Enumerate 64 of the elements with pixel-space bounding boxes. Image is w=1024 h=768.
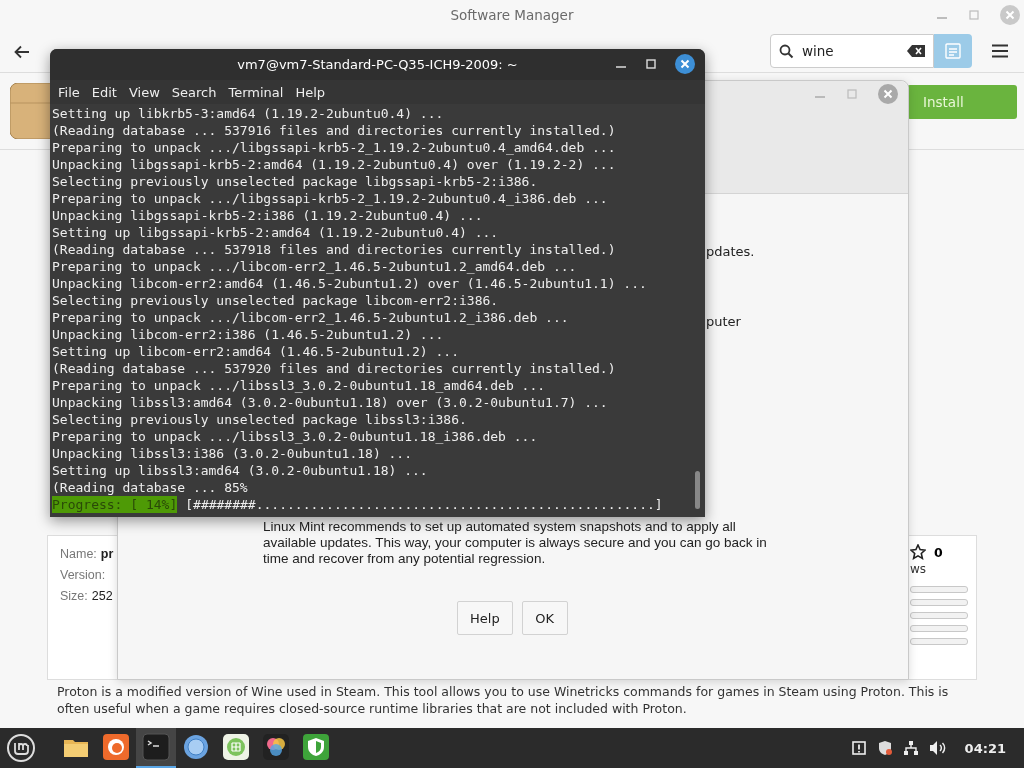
terminal-line: Selecting previously unselected package libgssapi-krb5-2:i386. [52, 173, 539, 190]
menu-logo-icon[interactable] [6, 733, 36, 763]
field-value: pr [100, 546, 114, 561]
help-button[interactable]: Help [457, 601, 513, 635]
terminal-line: Preparing to unpack .../libgssapi-krb5-2_1.19.2-2ubuntu0.4_i386.deb ... [52, 190, 609, 207]
terminal-line: Unpacking libcom-err2:amd64 (1.46.5-2ubuntu1.2) over (1.46.5-2ubuntu1.1) ... [52, 275, 648, 292]
notification-icon[interactable] [850, 740, 867, 756]
terminal-line: Preparing to unpack .../libcom-err2_1.46.5-2ubuntu1.2_i386.deb ... [52, 309, 570, 326]
field-value: 252 [91, 588, 113, 603]
network-icon[interactable] [902, 740, 919, 756]
terminal-line: Unpacking libgssapi-krb5-2:i386 (1.19.2-2ubuntu0.4) ... [52, 207, 484, 224]
progress-label: Progress: [ 14%] [52, 496, 178, 513]
terminal-line: Selecting previously unselected package libcom-err2:i386. [52, 292, 500, 309]
search-field[interactable]: wine [770, 34, 934, 68]
terminal-line: (Reading database ... 85% [52, 479, 249, 496]
clear-icon[interactable] [907, 45, 925, 57]
field-label: Version: [60, 567, 106, 582]
message-text: pdates. [706, 244, 755, 259]
app-description: Proton is a modified version of Wine used in Steam. This tool allows you to use Winetricks commands for games in Steam using Proton. This is often useful when a game requires closed-source runtime libraries that are not included with Proton. [57, 683, 950, 717]
terminal-line: Setting up libcom-err2:amd64 (1.46.5-2ubuntu1.2) ... [52, 343, 460, 360]
close-icon[interactable] [675, 54, 695, 74]
menu-item[interactable]: Edit [85, 84, 123, 100]
message-text: Linux Mint recommends to set up automated system snapshots and to apply all available updates. This way, your computer is always secure and you can go back in time and recover from any potential regression. [263, 519, 767, 567]
terminal-line: (Reading database ... 537918 files and directories currently installed.) [52, 241, 617, 258]
menu-item[interactable]: Terminal [222, 84, 290, 100]
star-icon [910, 544, 926, 560]
rating-count: 0 [934, 544, 943, 560]
menu-item[interactable]: Help [289, 84, 332, 100]
menu-item[interactable]: View [122, 84, 166, 100]
menu-icon[interactable] [992, 44, 1008, 58]
scrollbar-thumb[interactable] [695, 471, 700, 509]
search-icon [779, 43, 794, 59]
volume-icon[interactable] [928, 740, 947, 756]
maximize-icon[interactable] [645, 58, 657, 70]
terminal-line: Preparing to unpack .../libssl3_3.0.2-0ubuntu1.18_i386.deb ... [52, 428, 539, 445]
window-title: Software Manager [450, 7, 574, 23]
menu-item[interactable]: File [52, 84, 86, 100]
message-text: puter [706, 314, 741, 329]
terminal-line: Unpacking libssl3:amd64 (3.0.2-0ubuntu1.18) over (3.0.2-0ubuntu1.7) ... [52, 394, 609, 411]
terminal-line: Unpacking libgssapi-krb5-2:amd64 (1.19.2-2ubuntu0.4) over (1.19.2-2) ... [52, 156, 617, 173]
terminal-line: (Reading database ... 537916 files and directories currently installed.) [52, 122, 617, 139]
ok-button[interactable]: OK [521, 601, 568, 635]
field-label: Name: [60, 546, 97, 561]
terminal-line: Setting up libgssapi-krb5-2:amd64 (1.19.2-2ubuntu0.4) ... [52, 224, 500, 241]
terminal-line: Preparing to unpack .../libssl3_3.0.2-0ubuntu1.18_amd64.deb ... [52, 377, 547, 394]
terminal-line: (Reading database ... 537920 files and directories currently installed.) [52, 360, 617, 377]
progress-bar-text: [########...................................................] [185, 496, 663, 513]
terminal-app-icon[interactable] [136, 728, 176, 768]
terminal-line: Preparing to unpack .../libcom-err2_1.46.5-2ubuntu1.2_amd64.deb ... [52, 258, 578, 275]
terminal-line: Selecting previously unselected package libssl3:i386. [52, 411, 468, 428]
clock[interactable]: 04:21 [964, 740, 1006, 756]
reviews-label: ws [910, 562, 928, 576]
terminal-line: Preparing to unpack .../libgssapi-krb5-2_1.19.2-2ubuntu0.4_amd64.deb ... [52, 139, 617, 156]
window-title: vm7@vm7-Standard-PC-Q35-ICH9-2009: ~ [237, 57, 518, 72]
terminal-line: Setting up libssl3:amd64 (3.0.2-0ubuntu1.18) ... [52, 462, 429, 479]
terminal-line: Unpacking libssl3:i386 (3.0.2-0ubuntu1.18) ... [52, 445, 414, 462]
view-toggle-button[interactable] [934, 34, 972, 68]
field-label: Size: [60, 588, 88, 603]
menu-item[interactable]: Search [165, 84, 223, 100]
terminal-line: Unpacking libcom-err2:i386 (1.46.5-2ubuntu1.2) ... [52, 326, 445, 343]
list-icon [944, 42, 962, 60]
shield-icon[interactable] [876, 740, 893, 756]
back-icon[interactable] [14, 45, 30, 59]
terminal-line: Setting up libkrb5-3:amd64 (1.19.2-2ubuntu0.4) ... [52, 105, 445, 122]
